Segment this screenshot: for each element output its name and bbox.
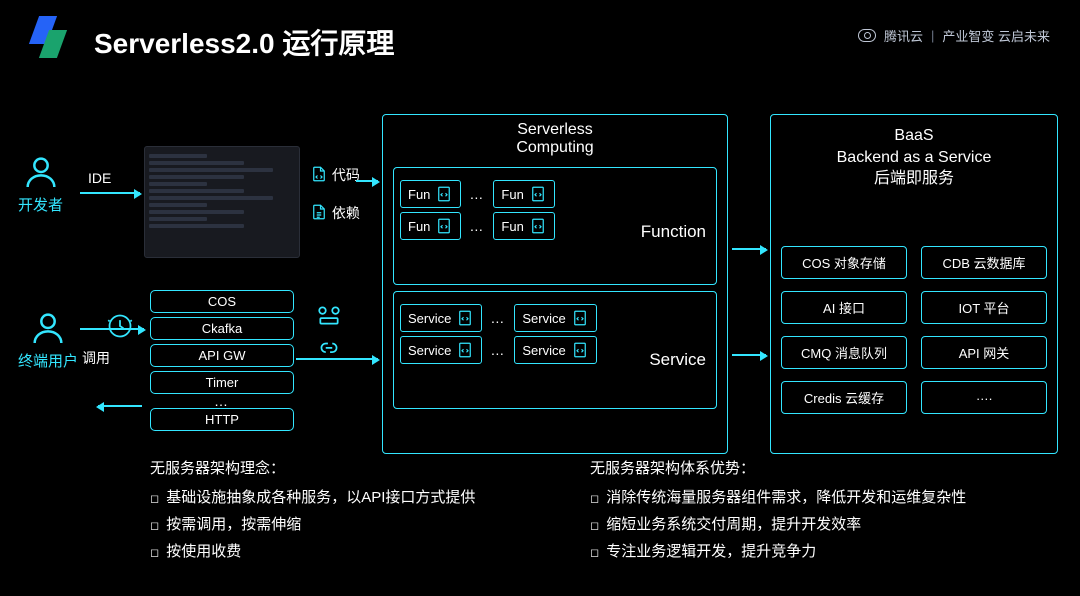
arrow-user-trigger [80,328,144,330]
actor-enduser: 终端用户 [18,308,78,371]
advantage-title: 无服务器架构体系优势： [590,455,1040,482]
serverless-computing-title: Serverless Computing [383,117,727,161]
code-file-icon [456,309,474,327]
code-file-icon [435,185,453,203]
dots: … [490,347,506,353]
separator: | [931,28,934,43]
baas-cmq: CMQ 消息队列 [781,336,907,369]
advantage-item: 消除传统海量服务器组件需求，降低开发和运维复杂性 [590,484,1040,511]
baas-pane: BaaS Backend as a Service 后端即服务 COS 对象存储… [770,114,1058,454]
brand-bar: 腾讯云 | 产业智变 云启未来 [858,26,1050,45]
trigger-http: HTTP [150,408,294,431]
file-deps: 依赖 [310,202,360,223]
dots: … [469,223,485,229]
connector-icons [316,305,342,361]
actor-enduser-label: 终端用户 [18,350,78,371]
user-icon [28,308,68,348]
trigger-list: COS Ckafka API GW Timer … HTTP [150,272,294,448]
arrow-dev-ide [80,192,140,194]
advantage-item: 专注业务逻辑开发，提升竞争力 [590,538,1040,565]
code-file-icon [435,217,453,235]
fun-cell: Fun [493,212,554,240]
baas-more: …. [921,381,1047,414]
services-icon [316,305,342,327]
clock-icon [106,312,134,340]
service-cell: Service [514,304,596,332]
file-deps-label: 依赖 [332,205,360,221]
dots: … [469,191,485,197]
concept-item: 基础设施抽象成各种服务，以API接口方式提供 [150,484,550,511]
bottom-text: 无服务器架构理念： 基础设施抽象成各种服务，以API接口方式提供 按需调用，按需… [150,455,1040,565]
fun-cell: Fun [400,180,461,208]
brand-name: 腾讯云 [884,26,923,45]
serverless-computing-pane: Serverless Computing Fun … Fun Fun … Fun… [382,114,728,454]
brand-logo [26,16,70,60]
code-file-icon [529,217,547,235]
arrow-compute-baas-1 [732,248,766,250]
code-file-icon [571,309,589,327]
file-code: 代码 [310,164,360,185]
trigger-cos: COS [150,290,294,313]
trigger-more: … [150,398,294,404]
service-cell: Service [514,336,596,364]
cloud-icon [858,29,876,42]
code-file-icon [456,341,474,359]
concept-title: 无服务器架构理念： [150,455,550,482]
baas-iot: IOT 平台 [921,291,1047,324]
actor-developer-label: 开发者 [18,194,63,215]
actor-developer: 开发者 [18,152,63,215]
service-label: Service [649,350,706,370]
concept-item: 按需调用，按需伸缩 [150,511,550,538]
function-label: Function [641,222,706,242]
trigger-timer: Timer [150,371,294,394]
brand-slogan: 产业智变 云启未来 [942,26,1050,45]
trigger-ckafka: Ckafka [150,317,294,340]
link-icon [316,339,342,361]
baas-credis: Credis 云缓存 [781,381,907,414]
baas-apigw: API 网关 [921,336,1047,369]
code-file-icon [529,185,547,203]
arrow-label-ide: IDE [88,170,111,186]
service-cell: Service [400,336,482,364]
page-title: Serverless2.0 运行原理 [94,22,394,62]
code-file-icon [310,164,328,184]
ide-screenshot [144,146,300,258]
fun-cell: Fun [493,180,554,208]
baas-ai: AI 接口 [781,291,907,324]
concept-item: 按使用收费 [150,538,550,565]
function-pane: Fun … Fun Fun … Fun Function [393,167,717,285]
code-file-icon [571,341,589,359]
arrow-ide-computing [356,180,378,182]
arrow-return [98,405,142,407]
dots: … [490,315,506,321]
service-pane: Service … Service Service … Service Serv… [393,291,717,409]
arrow-compute-baas-2 [732,354,766,356]
service-cell: Service [400,304,482,332]
user-icon [21,152,61,192]
baas-cdb: CDB 云数据库 [921,246,1047,279]
arrow-label-call: 调用 [82,348,110,368]
advantage-item: 缩短业务系统交付周期，提升开发效率 [590,511,1040,538]
trigger-apigw: API GW [150,344,294,367]
baas-title: BaaS Backend as a Service 后端即服务 [781,121,1047,194]
list-file-icon [310,202,328,222]
baas-cos: COS 对象存储 [781,246,907,279]
fun-cell: Fun [400,212,461,240]
architecture-diagram: 开发者 终端用户 IDE 调用 代码 依赖 COS [0,80,1080,450]
